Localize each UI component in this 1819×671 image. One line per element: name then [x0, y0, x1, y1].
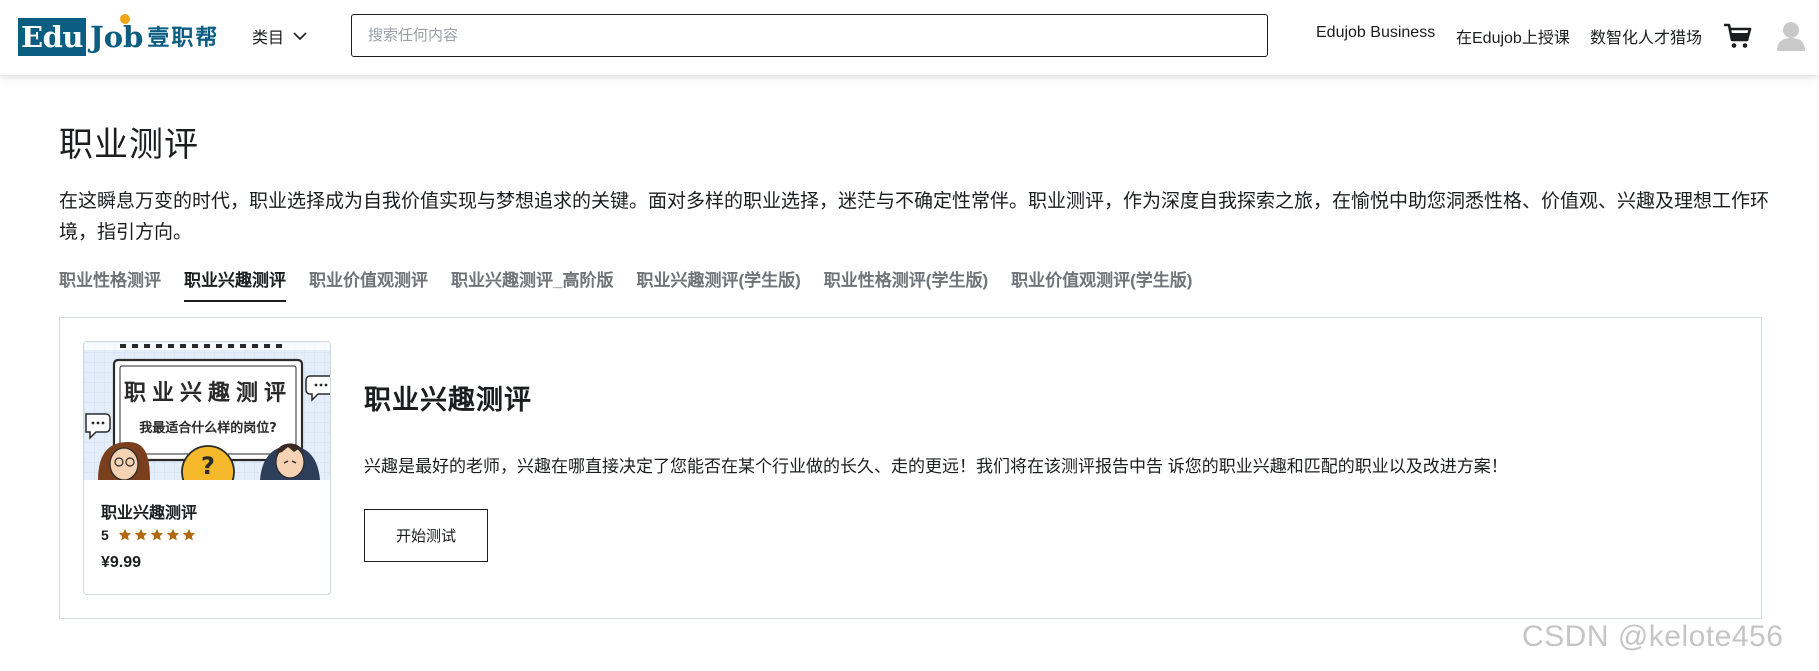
logo-chinese-text: 壹职帮: [147, 25, 220, 50]
nav-link-teach[interactable]: 在Edujob上授课: [1456, 24, 1570, 48]
svg-text:职业兴趣测评: 职业兴趣测评: [124, 380, 292, 406]
assessment-title: 职业兴趣测评: [364, 385, 532, 415]
nav-link-business[interactable]: Edujob Business: [1316, 24, 1435, 42]
assessment-panel: 职业兴趣测评 我最适合什么样的岗位? ? 职业兴趣测评 5 ¥9.99 职业兴趣…: [59, 317, 1762, 619]
category-menu[interactable]: 类目: [252, 22, 307, 50]
tab-interest-student[interactable]: 职业兴趣测评(学生版): [636, 268, 800, 302]
start-test-button[interactable]: 开始测试: [364, 509, 488, 562]
star-icon: [150, 528, 163, 541]
star-icon: [134, 528, 147, 541]
star-icon: [118, 528, 131, 541]
watermark: CSDN @kelote456: [1522, 620, 1784, 653]
card-title: 职业兴趣测评: [101, 505, 198, 522]
page-title: 职业测评: [59, 126, 199, 164]
tab-interest-advanced[interactable]: 职业兴趣测评_高阶版: [451, 268, 613, 302]
tab-interest[interactable]: 职业兴趣测评: [184, 268, 286, 302]
search-input[interactable]: [351, 14, 1268, 57]
assessment-tabs: 职业性格测评 职业兴趣测评 职业价值观测评 职业兴趣测评_高阶版 职业兴趣测评(…: [59, 268, 1215, 302]
assessment-cover-image: 职业兴趣测评 我最适合什么样的岗位? ?: [84, 342, 330, 480]
star-icon: [166, 528, 179, 541]
logo-job-text: Job: [90, 14, 143, 56]
tab-personality-student[interactable]: 职业性格测评(学生版): [824, 268, 988, 302]
logo-dot-icon: [119, 14, 130, 24]
svg-text:?: ?: [201, 452, 215, 480]
rating-stars: [118, 528, 198, 542]
logo-edu-text: Edu: [18, 18, 86, 56]
cart-icon[interactable]: [1722, 20, 1752, 50]
tab-values-student[interactable]: 职业价值观测评(学生版): [1011, 268, 1192, 302]
assessment-card[interactable]: 职业兴趣测评 我最适合什么样的岗位? ? 职业兴趣测评 5 ¥9.99: [83, 341, 331, 595]
top-navbar: Edu Job 壹职帮 类目 Edujob Business 在Edujob上授…: [0, 0, 1819, 75]
nav-link-talent[interactable]: 数智化人才猎场: [1590, 24, 1702, 48]
star-icon: [182, 528, 195, 541]
tab-personality[interactable]: 职业性格测评: [59, 268, 161, 302]
assessment-description: 兴趣是最好的老师，兴趣在哪直接决定了您能否在某个行业做的长久、走的更远！我们将在…: [364, 457, 1508, 476]
edujob-logo[interactable]: Edu Job 壹职帮: [18, 14, 219, 56]
chevron-down-icon: [293, 31, 307, 40]
category-label: 类目: [252, 30, 285, 47]
rating-value: 5: [101, 527, 109, 543]
intro-paragraph: 在这瞬息万变的时代，职业选择成为自我价值实现与梦想追求的关键。面对多样的职业选择…: [59, 191, 1770, 243]
user-avatar-icon[interactable]: [1776, 20, 1806, 52]
card-price: ¥9.99: [101, 554, 142, 571]
svg-text:我最适合什么样的岗位?: 我最适合什么样的岗位?: [139, 420, 277, 436]
tab-values[interactable]: 职业价值观测评: [309, 268, 428, 302]
card-rating: 5: [101, 527, 198, 543]
